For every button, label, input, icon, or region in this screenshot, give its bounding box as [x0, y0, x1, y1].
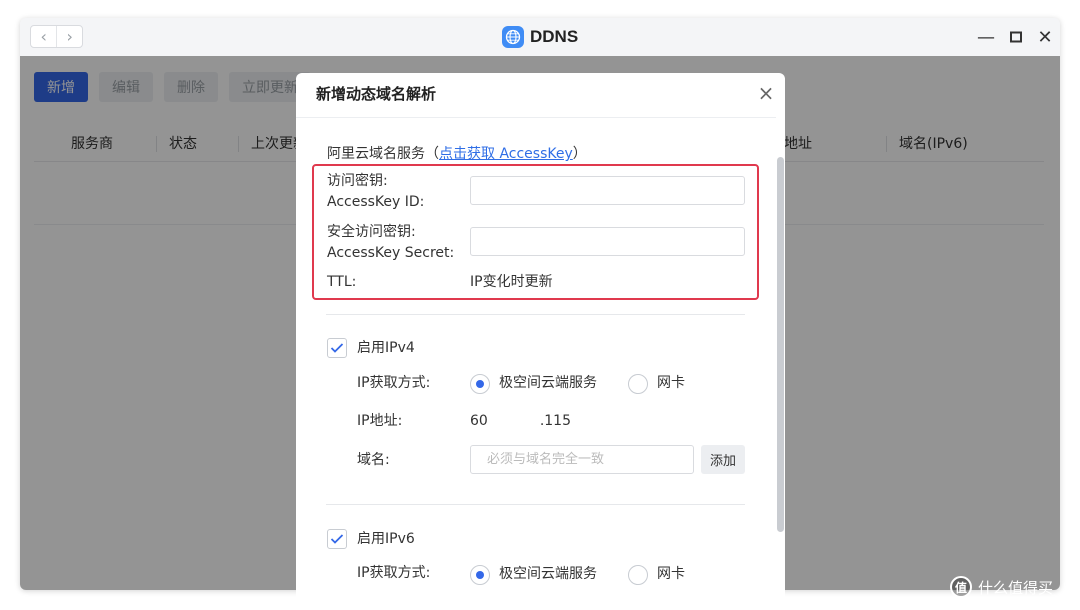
close-icon[interactable]: × [756, 83, 776, 103]
title-bar: ‹ › DDNS — ✕ [20, 18, 1060, 56]
ipv4-domain-label: 域名: [357, 452, 390, 468]
get-accesskey-link[interactable]: 点击获取 AccessKey [439, 146, 573, 162]
ipv6-method-label: IP获取方式: [357, 565, 431, 581]
dialog-scrollbar[interactable] [776, 117, 785, 610]
scrollbar-thumb[interactable] [777, 157, 784, 532]
ip-suffix: .115 [539, 413, 571, 429]
close-window-icon[interactable]: ✕ [1034, 26, 1056, 48]
watermark-logo: 值 [950, 576, 972, 598]
accesskey-secret-input[interactable] [470, 227, 745, 256]
app-name: DDNS [530, 27, 579, 46]
redacted-ip [487, 415, 540, 427]
globe-icon [502, 26, 524, 48]
ipv4-radio-nic[interactable] [628, 374, 648, 394]
add-ddns-dialog: 新增动态域名解析 × 阿里云域名服务（点击获取 AccessKey） 访问密钥:… [296, 73, 785, 610]
ipv6-option-nic[interactable]: 网卡 [657, 564, 685, 585]
ipv4-enable-label: 启用IPv4 [357, 340, 415, 356]
ipv6-enable-label: 启用IPv6 [357, 531, 415, 547]
key-id-label-en: AccessKey ID: [327, 194, 425, 210]
ipv4-checkbox[interactable] [327, 338, 347, 358]
forward-icon[interactable]: › [56, 26, 82, 47]
ipv4-option-nic[interactable]: 网卡 [657, 373, 685, 394]
ipv4-option-cloud[interactable]: 极空间云端服务 [499, 373, 597, 394]
provider-label: 阿里云域名服务（ [327, 146, 439, 162]
app-title: DDNS [502, 24, 578, 50]
ttl-label: TTL: [327, 274, 357, 290]
ipv6-radio-cloud[interactable] [470, 565, 490, 585]
ipv6-checkbox[interactable] [327, 529, 347, 549]
watermark: 值 什么值得买 [950, 572, 1053, 602]
section-divider [326, 504, 745, 505]
ttl-value: IP变化时更新 [470, 274, 553, 290]
minimize-icon[interactable]: — [975, 26, 997, 48]
dialog-title: 新增动态域名解析 [316, 85, 437, 103]
key-id-label-cn: 访问密钥: [327, 173, 388, 189]
maximize-icon[interactable] [1005, 26, 1027, 48]
nav-buttons: ‹ › [30, 25, 83, 48]
ipv6-radio-nic[interactable] [628, 565, 648, 585]
provider-line: 阿里云域名服务（点击获取 AccessKey） [327, 143, 587, 163]
check-icon [330, 534, 344, 544]
ipv4-radio-cloud[interactable] [470, 374, 490, 394]
watermark-text: 什么值得买 [978, 578, 1054, 597]
domain-input[interactable]: 必须与域名完全一致 [470, 445, 694, 474]
section-divider [326, 314, 745, 315]
ipv4-method-label: IP获取方式: [357, 375, 431, 391]
dialog-divider [296, 117, 785, 118]
ipv6-option-cloud[interactable]: 极空间云端服务 [499, 564, 597, 585]
key-secret-label-cn: 安全访问密钥: [327, 224, 416, 240]
ip-prefix: 60 [470, 413, 488, 429]
key-id-label: 访问密钥: AccessKey ID: [327, 171, 424, 213]
check-icon [330, 343, 344, 353]
accesskey-id-input[interactable] [470, 176, 745, 205]
add-domain-button[interactable]: 添加 [701, 445, 745, 474]
back-icon[interactable]: ‹ [31, 26, 56, 47]
key-secret-label: 安全访问密钥: AccessKey Secret: [327, 222, 454, 264]
ipv4-ip-label: IP地址: [357, 413, 403, 429]
provider-suffix: ） [572, 146, 587, 162]
key-secret-label-en: AccessKey Secret: [327, 245, 455, 261]
ipv4-ip-value: 60 .115 [470, 411, 571, 432]
